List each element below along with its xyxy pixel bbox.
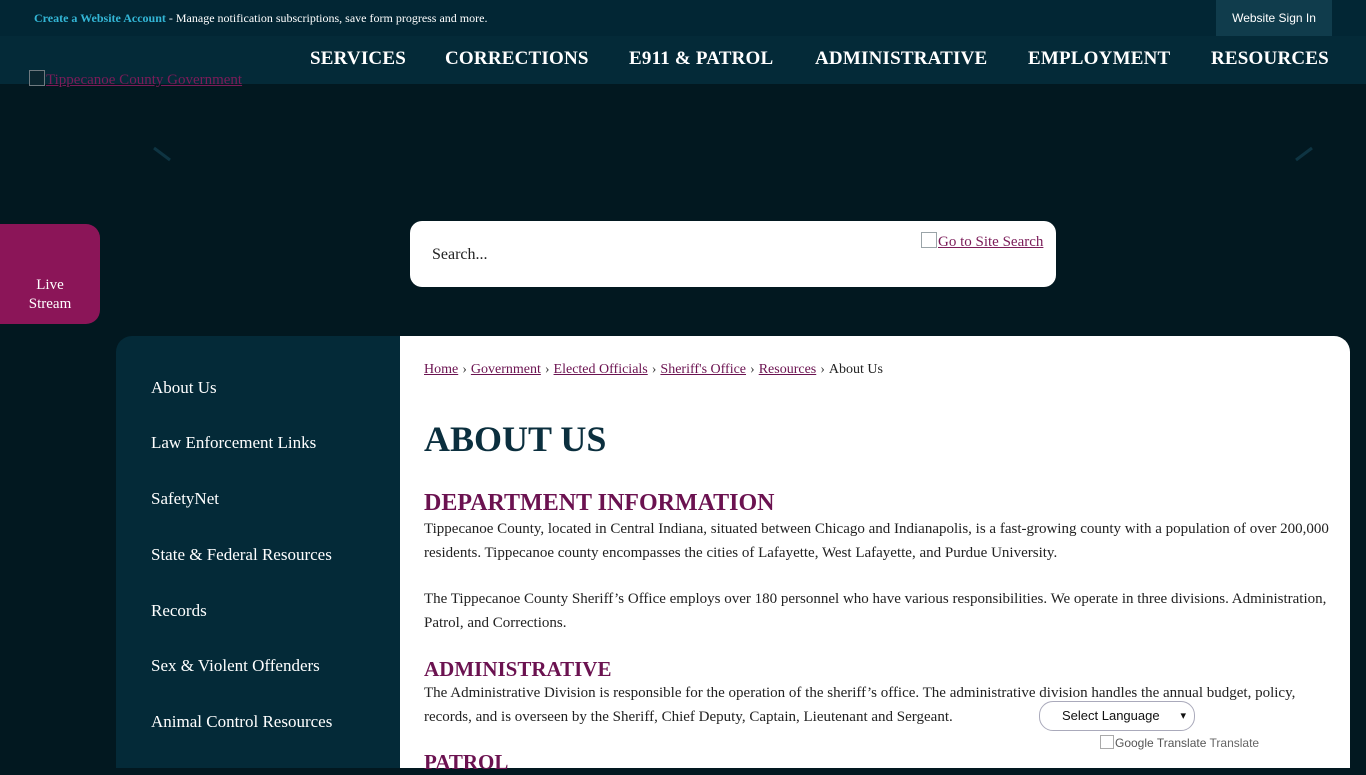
nav-item-resources[interactable]: RESOURCES bbox=[1211, 48, 1329, 70]
search-button-alt-text: Go to Site Search bbox=[938, 234, 1044, 250]
sidebar-item-safetynet[interactable]: SafetyNet bbox=[151, 489, 219, 509]
side-menu: About Us Law Enforcement Links SafetyNet… bbox=[116, 336, 416, 768]
live-stream-label-line2: Stream bbox=[28, 296, 72, 312]
main-content: Home › Government › Elected Officials › Sherif… bbox=[400, 336, 1350, 774]
sidebar-item-law-enforcement-links[interactable]: Law Enforcement Links bbox=[151, 433, 316, 453]
google-translate-alt: Google Translate bbox=[1115, 736, 1207, 750]
nav-item-employment[interactable]: EMPLOYMENT bbox=[1028, 48, 1170, 70]
nav-item-administrative[interactable]: ADMINISTRATIVE bbox=[815, 48, 987, 70]
website-sign-in-button[interactable]: Website Sign In bbox=[1216, 0, 1332, 36]
google-translate-logo-icon bbox=[1100, 735, 1114, 749]
breadcrumb-government[interactable]: Government bbox=[471, 362, 541, 377]
sidebar-item-records[interactable]: Records bbox=[151, 601, 207, 621]
sidebar-item-animal-control-resources[interactable]: Animal Control Resources bbox=[151, 712, 332, 732]
broken-image-icon bbox=[29, 70, 45, 86]
account-note: - Manage notification subscriptions, sav… bbox=[165, 11, 488, 25]
nav-item-corrections[interactable]: CORRECTIONS bbox=[445, 48, 589, 70]
top-bar: Create a Website Account - Manage notifi… bbox=[0, 0, 1366, 36]
translate-label: Translate bbox=[1209, 736, 1260, 750]
breadcrumb-home[interactable]: Home bbox=[424, 362, 458, 377]
breadcrumb-sheriffs-office[interactable]: Sheriff's Office bbox=[660, 362, 746, 377]
nav-item-e911-patrol[interactable]: E911 & PATROL bbox=[629, 48, 773, 70]
site-search-box: Go to Site Search bbox=[410, 221, 1056, 287]
sidebar-item-about-us[interactable]: About Us bbox=[151, 378, 217, 398]
nav-item-services[interactable]: SERVICES bbox=[310, 48, 406, 70]
google-translate-attribution[interactable]: Google Translate Translate bbox=[1100, 735, 1259, 750]
breadcrumb-elected-officials[interactable]: Elected Officials bbox=[554, 362, 648, 377]
section-heading-department-information: DEPARTMENT INFORMATION bbox=[424, 490, 775, 516]
page-title: ABOUT US bbox=[424, 419, 607, 459]
sidebar-item-state-federal-resources[interactable]: State & Federal Resources bbox=[151, 545, 332, 565]
section-heading-administrative: ADMINISTRATIVE bbox=[424, 657, 612, 681]
site-logo-link[interactable]: Tippecanoe County Government bbox=[29, 70, 242, 89]
sidebar-item-sex-violent-offenders[interactable]: Sex & Violent Offenders bbox=[151, 656, 320, 676]
main-nav: SERVICES CORRECTIONS E911 & PATROL ADMIN… bbox=[0, 48, 1366, 72]
live-stream-label-line1: Live bbox=[36, 277, 64, 293]
section-heading-patrol: PATROL bbox=[424, 750, 509, 774]
department-paragraph-2: The Tippecanoe County Sheriff’s Office e… bbox=[424, 591, 1327, 631]
chevron-down-icon: ▾ bbox=[1180, 710, 1186, 722]
create-account-link[interactable]: Create a Website Account bbox=[34, 11, 166, 25]
slideshow-prev-icon[interactable] bbox=[136, 146, 184, 170]
administrative-paragraph: The Administrative Division is responsib… bbox=[424, 685, 1296, 725]
select-language-dropdown[interactable]: Select Language ▾ bbox=[1039, 701, 1195, 731]
select-language-value: Select Language bbox=[1062, 708, 1160, 723]
breadcrumb: Home › Government › Elected Officials › Sherif… bbox=[424, 362, 883, 377]
search-input[interactable] bbox=[430, 242, 874, 268]
logo-alt-text: Tippecanoe County Government bbox=[46, 72, 243, 88]
department-paragraph-1: Tippecanoe County, located in Central In… bbox=[424, 521, 1329, 561]
site-search-button[interactable]: Go to Site Search bbox=[921, 232, 1043, 251]
live-stream-button[interactable]: Live Stream bbox=[0, 224, 100, 324]
search-icon bbox=[921, 232, 937, 248]
breadcrumb-current: About Us bbox=[828, 362, 883, 377]
account-notice: Create a Website Account - Manage notifi… bbox=[34, 11, 487, 26]
slideshow-next-icon[interactable] bbox=[1284, 146, 1332, 170]
breadcrumb-resources[interactable]: Resources bbox=[759, 362, 817, 377]
